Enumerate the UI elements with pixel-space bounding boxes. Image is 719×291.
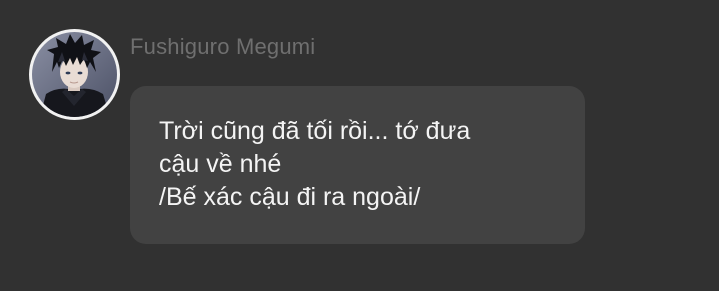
chat-message-row: Fushiguro Megumi Trời cũng đã tối rồi...… — [0, 0, 719, 291]
character-avatar-icon — [32, 32, 117, 117]
message-text-line: cậu về nhé — [159, 150, 282, 178]
message-text-line: Trời cũng đã tối rồi... tớ đưa — [159, 117, 471, 145]
message-bubble[interactable]: Trời cũng đã tối rồi... tớ đưa cậu về nh… — [130, 86, 585, 244]
sender-name[interactable]: Fushiguro Megumi — [130, 34, 315, 60]
message-text-line: /Bế xác cậu đi ra ngoài/ — [159, 183, 421, 211]
avatar[interactable] — [29, 29, 120, 120]
